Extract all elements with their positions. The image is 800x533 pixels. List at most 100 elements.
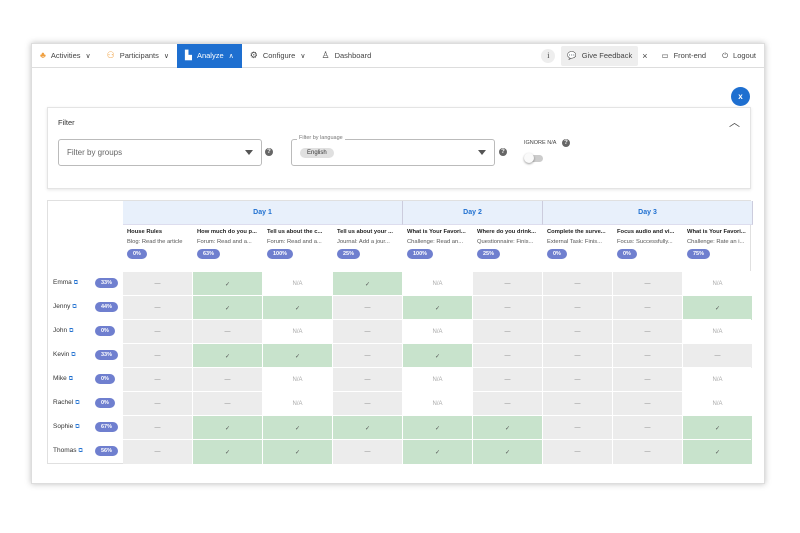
pending-cell[interactable]: — — [333, 392, 403, 416]
pending-cell[interactable]: — — [543, 272, 613, 296]
participant-name[interactable]: Thomas ⧉ — [53, 447, 83, 455]
external-link-icon[interactable]: ⧉ — [75, 400, 79, 406]
participant-name[interactable]: Kevin ⧉ — [53, 351, 76, 359]
help-icon[interactable]: ? — [562, 139, 570, 147]
pending-cell[interactable]: — — [123, 392, 193, 416]
pending-cell[interactable]: — — [613, 296, 683, 320]
activity-header[interactable]: What is Your Favori... Challenge: Rate an… — [683, 229, 753, 259]
external-link-icon[interactable]: ⧉ — [72, 304, 76, 310]
activity-header[interactable]: How much do you p... Forum: Read and a...… — [193, 229, 263, 259]
na-cell[interactable]: N/A — [403, 272, 473, 296]
pending-cell[interactable]: — — [543, 368, 613, 392]
help-icon[interactable]: ? — [499, 148, 507, 156]
na-cell[interactable]: N/A — [683, 368, 753, 392]
nav-activities[interactable]: ♣ Activities ∨ — [32, 44, 99, 68]
external-link-icon[interactable]: ⧉ — [69, 328, 73, 334]
pending-cell[interactable]: — — [123, 440, 193, 464]
pending-cell[interactable]: — — [473, 272, 543, 296]
na-cell[interactable]: N/A — [683, 320, 753, 344]
participant-name[interactable]: Rachel ⧉ — [53, 399, 80, 407]
activity-header[interactable]: Tell us about your ... Journal: Add a jou… — [333, 229, 403, 259]
pending-cell[interactable]: — — [333, 368, 403, 392]
pending-cell[interactable]: — — [613, 320, 683, 344]
participant-name[interactable]: Sophie ⧉ — [53, 423, 80, 431]
participant-name[interactable]: Jenny ⧉ — [53, 303, 77, 311]
completed-cell[interactable]: ✓ — [263, 296, 333, 320]
completed-cell[interactable]: ✓ — [403, 344, 473, 368]
info-button[interactable]: i — [541, 48, 556, 63]
participant-name[interactable]: John ⧉ — [53, 327, 73, 335]
close-feedback-icon[interactable]: × — [642, 51, 647, 61]
activity-header[interactable]: House Rules Blog: Read the article 0% — [123, 229, 193, 259]
pending-cell[interactable]: — — [543, 296, 613, 320]
na-cell[interactable]: N/A — [263, 392, 333, 416]
na-cell[interactable]: N/A — [403, 368, 473, 392]
na-cell[interactable]: N/A — [263, 320, 333, 344]
pending-cell[interactable]: — — [123, 320, 193, 344]
participant-name[interactable]: Mike ⧉ — [53, 375, 73, 383]
pending-cell[interactable]: — — [543, 440, 613, 464]
pending-cell[interactable]: — — [123, 296, 193, 320]
nav-participants[interactable]: ⚇ Participants ∨ — [99, 44, 177, 68]
completed-cell[interactable]: ✓ — [683, 296, 753, 320]
pending-cell[interactable]: — — [123, 272, 193, 296]
participant-name[interactable]: Emma ⧉ — [53, 279, 78, 287]
completed-cell[interactable]: ✓ — [683, 416, 753, 440]
na-cell[interactable]: N/A — [403, 392, 473, 416]
pending-cell[interactable]: — — [543, 320, 613, 344]
completed-cell[interactable]: ✓ — [263, 440, 333, 464]
ignore-na-toggle[interactable] — [524, 153, 544, 163]
external-link-icon[interactable]: ⧉ — [74, 280, 78, 286]
pending-cell[interactable]: — — [473, 320, 543, 344]
activity-header[interactable]: Complete the surve... External Task: Fini… — [543, 229, 613, 259]
pending-cell[interactable]: — — [543, 392, 613, 416]
completed-cell[interactable]: ✓ — [193, 344, 263, 368]
pending-cell[interactable]: — — [613, 272, 683, 296]
completed-cell[interactable]: ✓ — [263, 416, 333, 440]
pending-cell[interactable]: — — [123, 344, 193, 368]
frontend-button[interactable]: ▭ Front-end — [653, 44, 714, 68]
completed-cell[interactable]: ✓ — [193, 272, 263, 296]
na-cell[interactable]: N/A — [263, 272, 333, 296]
pending-cell[interactable]: — — [193, 392, 263, 416]
pending-cell[interactable]: — — [333, 344, 403, 368]
activity-header[interactable]: What is Your Favori... Challenge: Read an… — [403, 229, 473, 259]
na-cell[interactable]: N/A — [683, 272, 753, 296]
groups-select[interactable]: Filter by groups — [58, 139, 262, 166]
activity-header[interactable]: Focus audio and vi... Focus: Successfully… — [613, 229, 683, 259]
completed-cell[interactable]: ✓ — [193, 440, 263, 464]
na-cell[interactable]: N/A — [403, 320, 473, 344]
external-link-icon[interactable]: ⧉ — [71, 352, 75, 358]
pending-cell[interactable]: — — [613, 392, 683, 416]
pending-cell[interactable]: — — [613, 440, 683, 464]
language-chip[interactable]: English — [300, 147, 334, 158]
export-excel-button[interactable]: x — [731, 87, 750, 106]
language-select[interactable]: Filter by language English — [291, 135, 495, 166]
completed-cell[interactable]: ✓ — [473, 416, 543, 440]
completed-cell[interactable]: ✓ — [403, 296, 473, 320]
activity-header[interactable]: Where do you drink... Questionnaire: Fini… — [473, 229, 543, 259]
pending-cell[interactable]: — — [543, 344, 613, 368]
completed-cell[interactable]: ✓ — [403, 416, 473, 440]
pending-cell[interactable]: — — [333, 320, 403, 344]
help-icon[interactable]: ? — [265, 148, 273, 156]
pending-cell[interactable]: — — [473, 392, 543, 416]
pending-cell[interactable]: — — [473, 296, 543, 320]
nav-configure[interactable]: ⚙ Configure ∨ — [242, 44, 314, 68]
completed-cell[interactable]: ✓ — [683, 440, 753, 464]
pending-cell[interactable]: — — [613, 368, 683, 392]
completed-cell[interactable]: ✓ — [263, 344, 333, 368]
pending-cell[interactable]: — — [333, 296, 403, 320]
completed-cell[interactable]: ✓ — [193, 416, 263, 440]
pending-cell[interactable]: — — [123, 416, 193, 440]
collapse-chevron-icon[interactable]: ︿ — [729, 114, 740, 130]
completed-cell[interactable]: ✓ — [193, 296, 263, 320]
pending-cell[interactable]: — — [333, 440, 403, 464]
completed-cell[interactable]: ✓ — [333, 272, 403, 296]
external-link-icon[interactable]: ⧉ — [78, 448, 82, 454]
completed-cell[interactable]: ✓ — [333, 416, 403, 440]
pending-cell[interactable]: — — [543, 416, 613, 440]
nav-analyze[interactable]: ▙ Analyze ∧ — [177, 43, 242, 68]
pending-cell[interactable]: — — [473, 368, 543, 392]
nav-dashboard[interactable]: ♙ Dashboard — [313, 44, 379, 68]
